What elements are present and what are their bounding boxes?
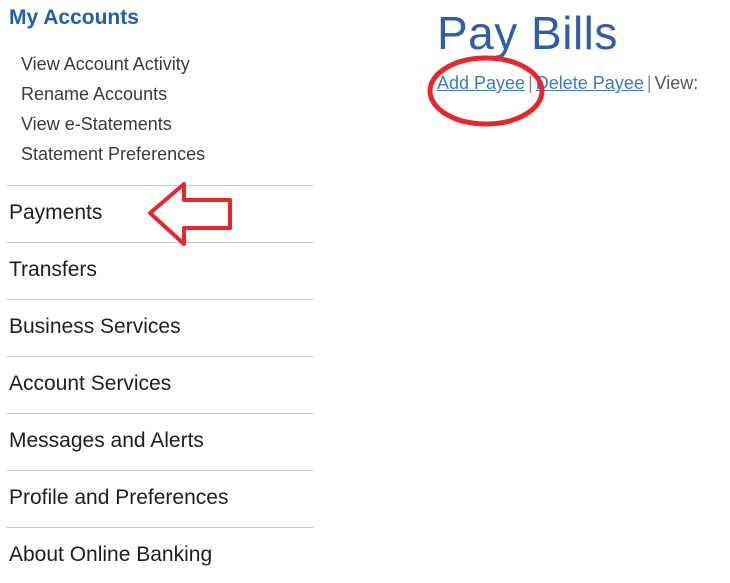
sidebar-item-profile-and-preferences[interactable]: Profile and Preferences [6,470,314,526]
sidebar-item-account-services[interactable]: Account Services [6,356,314,412]
separator: | [528,73,533,93]
my-accounts-heading: My Accounts [9,6,139,29]
sidebar-item-label: Payments [9,201,103,224]
sidebar-link-rename-accounts[interactable]: Rename Accounts [21,84,167,105]
sidebar-item-payments[interactable]: Payments [6,185,314,241]
sidebar-link-view-account-activity[interactable]: View Account Activity [21,54,190,75]
sidebar-link-view-e-statements[interactable]: View e-Statements [21,114,172,135]
sidebar-item-label: Messages and Alerts [9,429,204,452]
separator: | [646,73,652,93]
page-title: Pay Bills [437,7,618,59]
view-label: View: [654,73,699,93]
delete-payee-link[interactable]: Delete Payee [536,73,644,93]
sidebar-link-statement-preferences[interactable]: Statement Preferences [21,144,205,165]
sidebar-item-label: Profile and Preferences [9,486,229,509]
sidebar-item-about-online-banking[interactable]: About Online Banking [6,527,314,583]
payee-actions: Add Payee | Delete Payee | View: [437,73,698,94]
sidebar-item-label: About Online Banking [9,543,213,566]
sidebar-item-label: Account Services [9,372,172,395]
sidebar-item-label: Business Services [9,315,181,338]
sidebar-item-business-services[interactable]: Business Services [6,299,314,355]
sidebar-item-messages-and-alerts[interactable]: Messages and Alerts [6,413,314,469]
add-payee-link[interactable]: Add Payee [437,73,525,93]
sidebar-item-label: Transfers [9,258,97,281]
sidebar-item-transfers[interactable]: Transfers [6,242,314,298]
